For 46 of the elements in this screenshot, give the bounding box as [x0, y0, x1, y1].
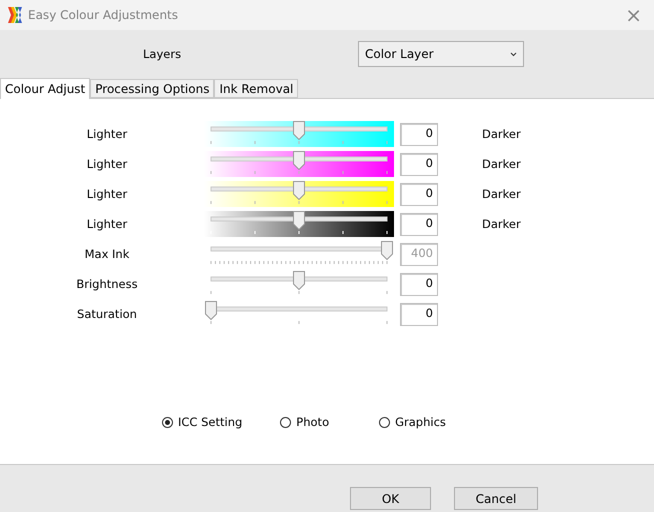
value-field[interactable]: 0 [400, 152, 438, 176]
slider-thumb[interactable] [293, 211, 305, 230]
tab[interactable]: Ink Removal [214, 79, 298, 98]
slider-thumb[interactable] [205, 301, 217, 320]
slider-thumb[interactable] [293, 181, 305, 200]
tab[interactable]: Colour Adjust [0, 78, 90, 99]
slider-label: Lighter [86, 157, 128, 171]
slider-label: Max Ink [84, 247, 130, 261]
radio-option[interactable]: Photo [280, 415, 330, 429]
layer-dropdown[interactable]: Color Layer [358, 41, 524, 67]
value-field[interactable]: 0 [400, 122, 438, 146]
slider-label: Brightness [75, 277, 139, 291]
cancel-button[interactable]: Cancel [454, 487, 538, 510]
value-field[interactable]: 0 [400, 302, 438, 326]
chevron-down-icon [510, 52, 517, 56]
layers-label: Layers [143, 47, 182, 61]
radio-option[interactable]: ICC Setting [162, 415, 242, 429]
gradient-slider[interactable] [204, 181, 394, 207]
slider-thumb[interactable] [293, 271, 305, 290]
gradient-slider[interactable] [204, 211, 394, 237]
radio-icon[interactable] [162, 416, 173, 428]
radio-icon[interactable] [280, 416, 292, 428]
slider-label: Lighter [86, 127, 128, 141]
value-field[interactable]: 0 [400, 182, 438, 206]
app-logo-icon [8, 7, 22, 23]
end-label: Darker [482, 127, 521, 141]
radio-option[interactable]: Graphics [379, 415, 446, 429]
window-title: Easy Colour Adjustments [28, 8, 179, 22]
value-field[interactable]: 0 [400, 272, 438, 296]
gradient-slider[interactable] [204, 151, 394, 177]
tab[interactable]: Processing Options [90, 79, 214, 98]
end-label: Darker [482, 157, 521, 171]
slider-label: Lighter [86, 187, 128, 201]
ok-button[interactable]: OK [350, 487, 431, 510]
end-label: Darker [482, 217, 521, 231]
slider-thumb[interactable] [293, 151, 305, 170]
slider-label: Lighter [86, 217, 128, 231]
radio-label: Photo [296, 415, 330, 429]
radio-label: Graphics [395, 415, 446, 429]
slider-label: Saturation [76, 307, 138, 321]
value-field[interactable]: 0 [400, 212, 438, 236]
end-label: Darker [482, 187, 521, 201]
radio-label: ICC Setting [178, 415, 242, 429]
radio-icon[interactable] [379, 416, 390, 428]
gradient-slider[interactable] [204, 121, 394, 147]
slider-thumb[interactable] [293, 121, 305, 140]
